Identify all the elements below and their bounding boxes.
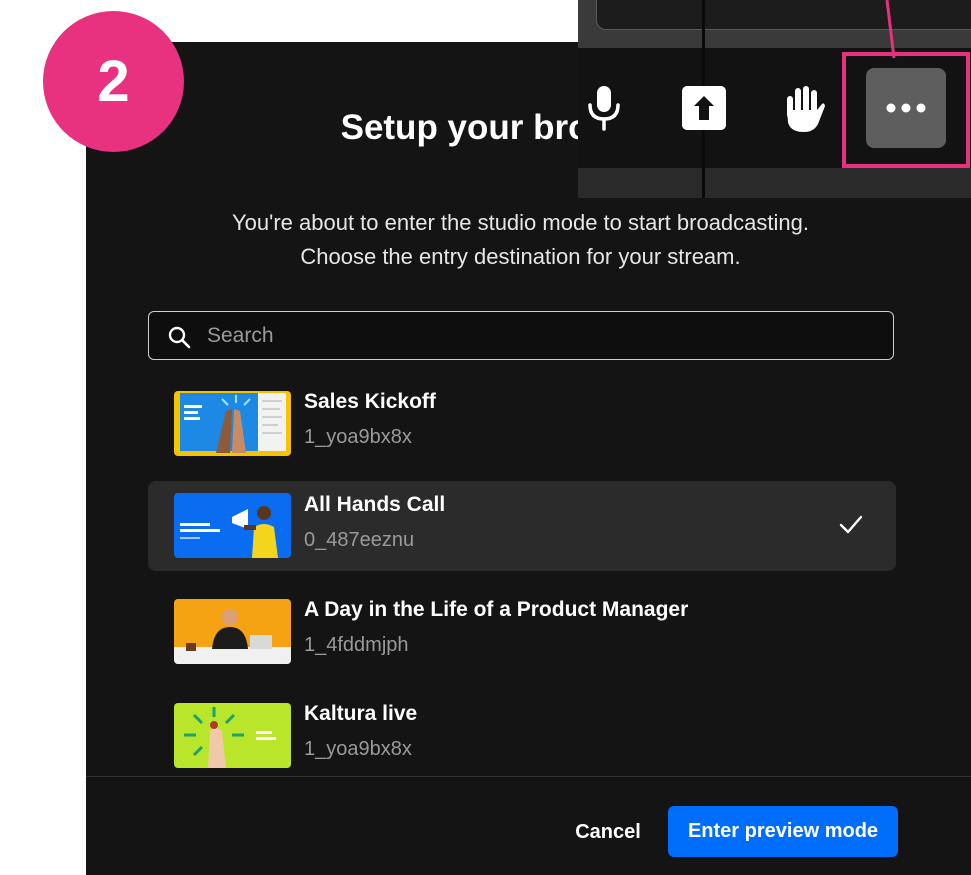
- search-placeholder: Search: [207, 324, 274, 347]
- entry-row-product-manager[interactable]: A Day in the Life of a Product Manager 1…: [148, 586, 896, 676]
- toolbar-upper-panel: [596, 0, 971, 30]
- footer-divider: [86, 776, 971, 777]
- share-screen-button[interactable]: [666, 70, 742, 146]
- entry-thumbnail: [174, 599, 291, 664]
- step-number-badge: 2: [43, 11, 184, 152]
- microphone-icon: [588, 86, 620, 131]
- enter-preview-mode-button[interactable]: Enter preview mode: [668, 806, 898, 857]
- entry-thumbnail: [174, 703, 291, 768]
- description-line-2: Choose the entry destination for your st…: [300, 244, 741, 269]
- cancel-button[interactable]: Cancel: [560, 808, 656, 856]
- toolbar-lower-panel: [578, 168, 971, 198]
- entry-title: All Hands Call: [304, 493, 446, 516]
- description-line-1: You're about to enter the studio mode to…: [232, 210, 809, 235]
- entry-id: 1_4fddmjph: [304, 634, 409, 656]
- entry-thumbnail: [174, 493, 291, 558]
- microphone-button[interactable]: [578, 70, 642, 146]
- dialog-description: You're about to enter the studio mode to…: [86, 206, 955, 274]
- entry-title: Sales Kickoff: [304, 390, 436, 413]
- share-screen-icon: [682, 86, 726, 130]
- entry-title: Kaltura live: [304, 702, 418, 725]
- entry-id: 0_487eeznu: [304, 529, 415, 551]
- entry-row-sales-kickoff[interactable]: Sales Kickoff 1_yoa9bx8x: [148, 378, 896, 468]
- raise-hand-button[interactable]: [766, 70, 842, 146]
- highlight-box: [842, 52, 970, 168]
- checkmark-icon: [839, 515, 863, 534]
- entry-id: 1_yoa9bx8x: [304, 738, 412, 760]
- pointer-line: [885, 0, 896, 59]
- raise-hand-icon: [787, 86, 825, 132]
- search-icon: [168, 326, 191, 349]
- entry-title: A Day in the Life of a Product Manager: [304, 598, 689, 621]
- entry-id: 1_yoa9bx8x: [304, 426, 412, 448]
- entry-row-all-hands-call[interactable]: All Hands Call 0_487eeznu: [148, 481, 896, 571]
- search-input[interactable]: Search: [148, 311, 894, 360]
- entry-row-kaltura-live[interactable]: Kaltura live 1_yoa9bx8x: [148, 690, 896, 780]
- entry-thumbnail: [174, 391, 291, 456]
